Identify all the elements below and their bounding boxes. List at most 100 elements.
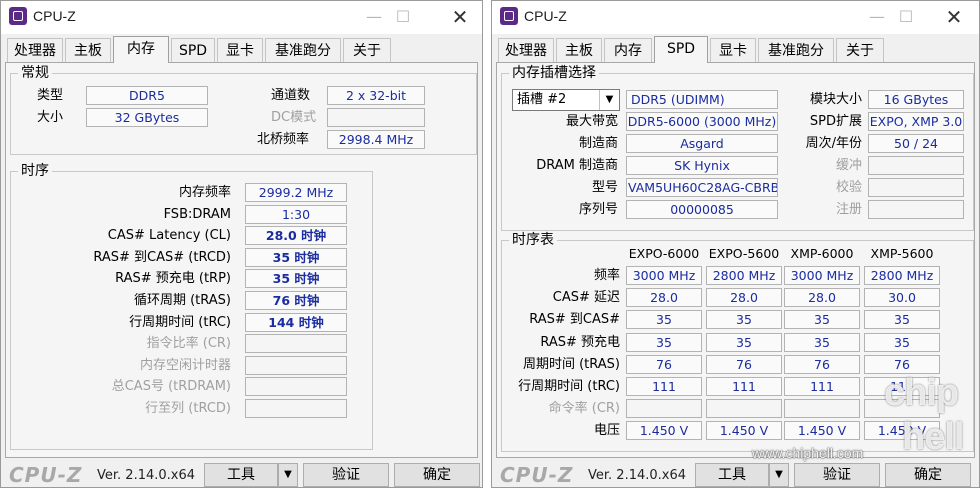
spd-timing-cell: 76	[626, 354, 702, 374]
manufacturer-label: 制造商	[578, 136, 618, 151]
spd-ext-value: EXPO, XMP 3.0	[868, 112, 964, 131]
dc-mode-value	[327, 108, 425, 127]
spd-timing-cell: 3000 MHz	[626, 266, 702, 285]
timing-label: 行周期时间 (tRC)	[129, 314, 231, 330]
tools-button[interactable]: 工具	[695, 463, 769, 487]
spd-timing-cell: 35	[784, 310, 860, 330]
tab-graphics[interactable]: 显卡	[710, 38, 756, 62]
spd-timing-cell: 35	[706, 332, 782, 352]
tab-bench[interactable]: 基准跑分	[758, 38, 834, 62]
general-title: 常规	[18, 65, 52, 81]
spd-timing-cell: 2800 MHz	[864, 266, 940, 285]
dropdown-arrow-icon[interactable]: ▼	[599, 90, 619, 110]
watermark-url: www.chiphell.com	[752, 445, 864, 461]
tab-memory[interactable]: 内存	[113, 36, 169, 63]
maximize-icon[interactable]: ☐	[893, 5, 919, 29]
timing-label: FSB:DRAM	[163, 206, 231, 222]
dc-mode-label: DC模式	[271, 110, 317, 125]
window-gap	[483, 0, 491, 488]
spd-timing-label: 命令率 (CR)	[548, 401, 620, 417]
timing-label: 内存频率	[178, 185, 231, 200]
tab-spd[interactable]: SPD	[171, 38, 215, 62]
tools-dropdown-arrow-icon[interactable]: ▼	[769, 463, 789, 487]
spd-timing-cell: 76	[706, 354, 782, 374]
part-number-label: 型号	[591, 180, 618, 195]
spd-timing-label: CAS# 延迟	[552, 290, 620, 306]
cpuz-logo: CPU-Z	[500, 463, 574, 487]
timing-label: RAS# 到CAS# (tRCD)	[93, 249, 231, 265]
timing-label: 总CAS号 (tRDRAM)	[111, 379, 231, 395]
timing-value: 1:30	[245, 204, 347, 224]
validate-button[interactable]: 验证	[794, 463, 880, 487]
timing-value: 76 时钟	[245, 291, 347, 310]
timings-title: 时序	[18, 163, 52, 179]
minimize-icon[interactable]: —	[864, 5, 890, 29]
minimize-icon[interactable]: —	[361, 5, 387, 29]
channels-value: 2 x 32-bit	[327, 86, 425, 105]
module-type-value: DDR5 (UDIMM)	[626, 90, 778, 109]
title-bar[interactable]: CPU-Z — ☐ ✕	[1, 1, 482, 34]
spd-timing-cell: 1.450 V	[706, 421, 782, 441]
ok-button[interactable]: 确定	[394, 463, 480, 487]
buffered-label: 缓冲	[835, 158, 862, 173]
cpuz-window-memory: CPU-Z — ☐ ✕ 处理器 主板 内存 SPD 显卡 基准跑分 关于 常规 …	[0, 0, 483, 488]
tab-bench[interactable]: 基准跑分	[265, 38, 341, 62]
tab-memory[interactable]: 内存	[604, 38, 652, 62]
spd-timing-cell: 1.450 V	[626, 421, 702, 441]
spd-ext-label: SPD扩展	[809, 114, 862, 129]
spd-timing-cell: 30.0	[864, 288, 940, 308]
chiphell-watermark-logo: chip hell	[884, 372, 964, 458]
tab-cpu[interactable]: 处理器	[7, 38, 63, 62]
tools-dropdown-arrow-icon[interactable]: ▼	[278, 463, 298, 487]
size-label: 大小	[37, 110, 64, 125]
window-title: CPU-Z	[33, 8, 76, 24]
tools-button[interactable]: 工具	[204, 463, 278, 487]
week-year-label: 周次/年份	[805, 136, 862, 151]
spd-timing-cell: 3000 MHz	[784, 266, 860, 285]
tab-graphics[interactable]: 显卡	[217, 38, 263, 62]
timing-label: 内存空闲计时器	[139, 357, 231, 373]
profile-column-header: EXPO-5600	[708, 246, 780, 261]
timing-value	[245, 334, 347, 354]
tab-mainboard[interactable]: 主板	[556, 38, 602, 62]
maximize-icon[interactable]: ☐	[390, 5, 416, 29]
module-size-label: 模块大小	[809, 92, 862, 107]
timing-label: 循环周期 (tRAS)	[133, 293, 231, 308]
timing-value	[245, 377, 347, 397]
spd-timing-cell: 111	[784, 377, 860, 396]
timing-value	[245, 399, 347, 418]
manufacturer-value: Asgard	[626, 134, 778, 153]
tab-about[interactable]: 关于	[343, 38, 391, 62]
tab-about[interactable]: 关于	[836, 38, 884, 62]
cpuz-logo: CPU-Z	[9, 463, 83, 487]
slot-select-value: 插槽 #2	[517, 92, 567, 107]
buffered-value	[868, 156, 964, 175]
spd-timing-cell	[626, 399, 702, 419]
version-text: Ver. 2.14.0.x64	[588, 468, 687, 483]
tab-spd[interactable]: SPD	[654, 36, 708, 63]
tab-cpu[interactable]: 处理器	[498, 38, 554, 62]
timing-label: RAS# 预充电 (tRP)	[115, 271, 231, 287]
tab-strip: 处理器 主板 内存 SPD 显卡 基准跑分 关于	[1, 36, 482, 63]
cpuz-app-icon	[9, 7, 27, 25]
slot-select[interactable]: 插槽 #2 ▼	[512, 89, 620, 111]
serial-label: 序列号	[578, 202, 618, 217]
timing-label: CAS# Latency (CL)	[107, 228, 231, 244]
nb-freq-value: 2998.4 MHz	[327, 130, 425, 149]
tab-strip: 处理器 主板 内存 SPD 显卡 基准跑分 关于	[492, 36, 979, 63]
spd-timing-cell: 2800 MHz	[706, 266, 782, 285]
close-icon[interactable]: ✕	[447, 5, 473, 29]
module-size-value: 16 GBytes	[868, 90, 964, 109]
memory-panel: 常规 类型 DDR5 大小 32 GBytes 通道数 2 x 32-bit D…	[5, 62, 478, 458]
close-icon[interactable]: ✕	[941, 5, 967, 29]
spd-timing-label: RAS# 到CAS#	[529, 312, 620, 328]
title-bar[interactable]: CPU-Z — ☐ ✕	[492, 1, 979, 34]
dram-mfr-label: DRAM 制造商	[536, 158, 618, 173]
spd-timing-cell: 35	[626, 310, 702, 330]
spd-timing-cell	[784, 399, 860, 419]
spd-timing-cell: 28.0	[706, 288, 782, 308]
max-bandwidth-label: 最大带宽	[565, 114, 618, 129]
tab-mainboard[interactable]: 主板	[65, 38, 111, 62]
validate-button[interactable]: 验证	[303, 463, 389, 487]
week-year-value: 50 / 24	[868, 134, 964, 153]
